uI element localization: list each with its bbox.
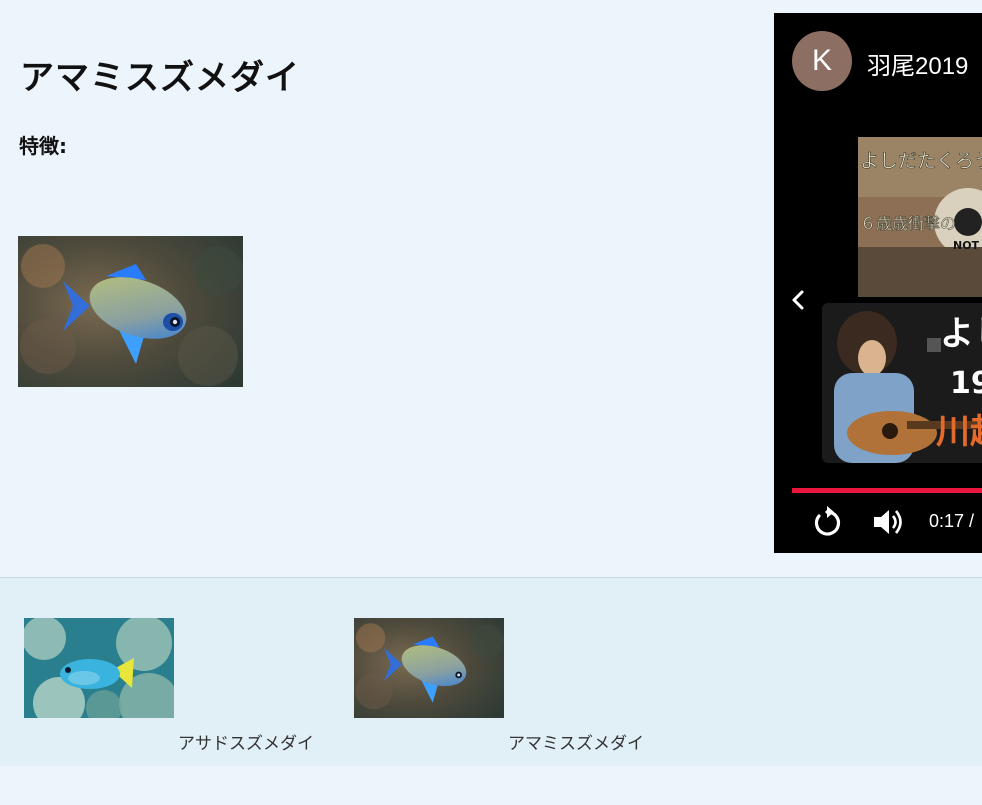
related-item-amami[interactable]: アマミスズメダイ	[354, 618, 644, 754]
fish-photo	[18, 236, 243, 387]
chevron-left-icon[interactable]	[788, 288, 808, 312]
front-thumb-text-3: 川越	[936, 412, 982, 452]
channel-name[interactable]: 羽尾2019	[867, 46, 968, 81]
related-species: アサドスズメダイ アマミスズメダイ	[0, 577, 982, 766]
back-thumb-text-1: よしだたくろう	[860, 150, 982, 172]
time-display: 0:17 /	[929, 511, 975, 531]
front-thumb-text-2: 197	[950, 366, 982, 401]
progress-bar[interactable]	[792, 488, 982, 493]
yellowtail-damselfish-photo[interactable]	[24, 618, 174, 718]
video-player[interactable]: K 羽尾2019 よしだたくろう ６歳歳衝撃の NOT よし 197 川越	[774, 13, 982, 553]
video-thumbnail-back[interactable]: よしだたくろう ６歳歳衝撃の NOT	[858, 137, 982, 297]
amami-damselfish-photo[interactable]	[354, 618, 504, 718]
volume-icon[interactable]	[872, 507, 906, 537]
video-thumbnail-front[interactable]: よし 197 川越	[822, 303, 982, 463]
related-item-asado[interactable]: アサドスズメダイ	[24, 618, 314, 754]
progress-fill	[792, 488, 982, 493]
replay-icon[interactable]	[810, 505, 844, 539]
feature-label: 特徴:	[19, 134, 67, 158]
back-thumb-text-2: ６歳歳衝撃の	[860, 214, 956, 233]
page-title: アマミスズメダイ	[20, 58, 300, 98]
related-caption-amami[interactable]: アマミスズメダイ	[508, 729, 644, 754]
channel-avatar[interactable]: K	[792, 31, 852, 91]
related-caption-asado[interactable]: アサドスズメダイ	[178, 729, 314, 754]
back-thumb-text-3: NOT	[953, 239, 980, 252]
front-thumb-text-1: よし	[940, 314, 982, 354]
